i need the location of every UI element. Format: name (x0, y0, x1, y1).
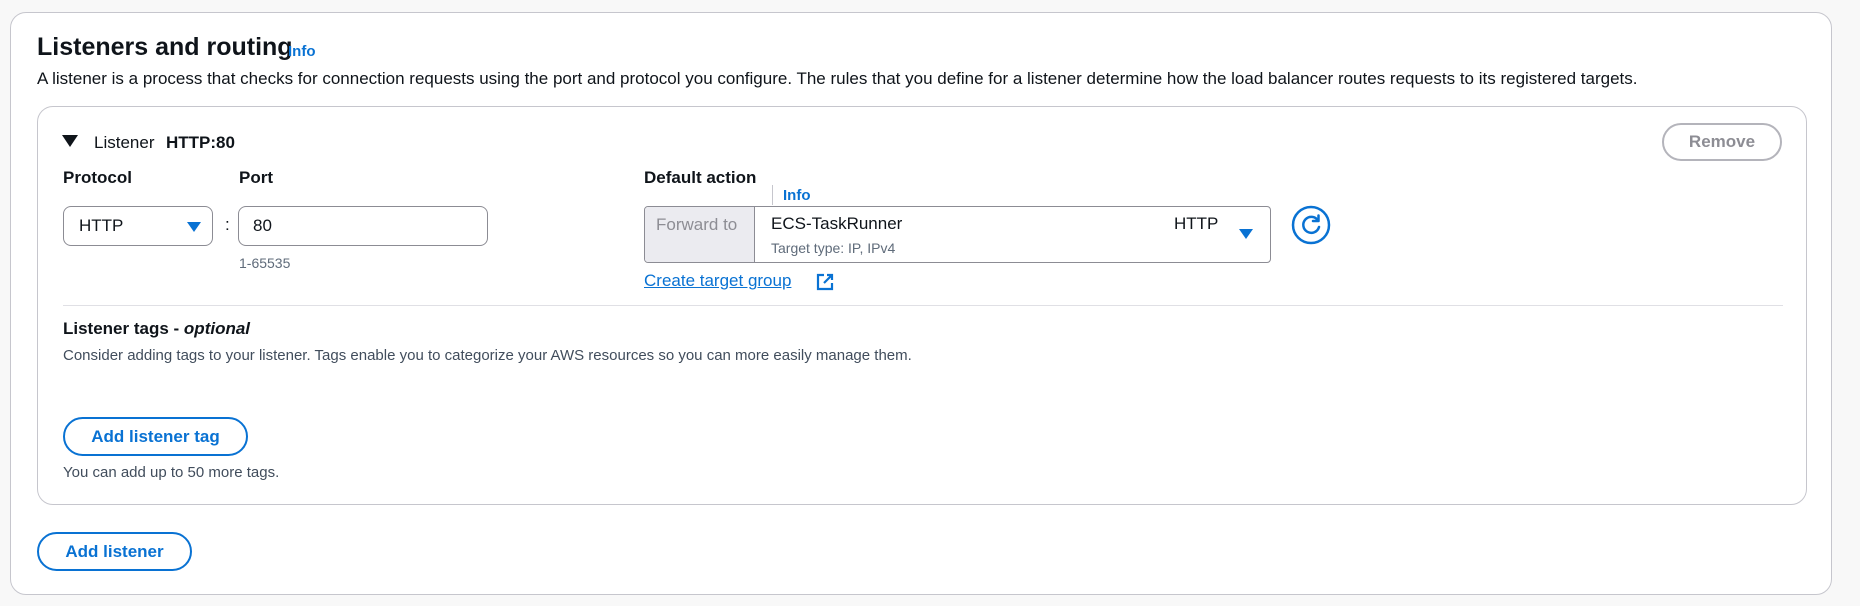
remove-button[interactable]: Remove (1662, 123, 1782, 161)
listeners-routing-panel: Listeners and routing Info A listener is… (10, 12, 1832, 595)
target-type-text: Target type: IP, IPv4 (771, 240, 896, 256)
section-title: Listeners and routing (37, 33, 293, 61)
default-action-info-link[interactable]: Info (783, 187, 811, 204)
tags-limit-hint: You can add up to 50 more tags. (63, 464, 280, 481)
listener-name: HTTP:80 (166, 133, 235, 152)
tags-title-text: Listener tags - (63, 319, 184, 338)
listener-tags-description: Consider adding tags to your listener. T… (63, 347, 912, 364)
target-group-select[interactable]: Forward to ECS-TaskRunner Target type: I… (644, 206, 1271, 263)
create-target-group-link[interactable]: Create target group (644, 271, 791, 291)
external-link-icon[interactable] (816, 273, 834, 291)
label-divider (772, 185, 773, 205)
target-protocol: HTTP (1174, 214, 1219, 233)
triangle-down-icon (1239, 229, 1253, 239)
listener-card: Listener HTTP:80 Remove Protocol HTTP : … (37, 106, 1807, 505)
caret-down-icon[interactable] (62, 135, 78, 147)
default-action-label: Default action (644, 168, 757, 187)
tags-optional-text: optional (183, 319, 251, 338)
triangle-down-icon (187, 222, 201, 232)
add-listener-tag-button[interactable]: Add listener tag (63, 417, 248, 456)
port-hint: 1-65535 (239, 255, 291, 271)
section-description: A listener is a process that checks for … (37, 69, 1638, 88)
section-info-link[interactable]: Info (288, 43, 316, 60)
port-input[interactable] (238, 206, 488, 246)
refresh-icon[interactable] (1291, 205, 1331, 245)
protocol-label: Protocol (63, 168, 132, 187)
section-divider (63, 305, 1783, 306)
forward-to-label: Forward to (645, 207, 755, 262)
target-group-name: ECS-TaskRunner (771, 214, 903, 233)
protocol-select[interactable]: HTTP (63, 206, 213, 246)
colon-separator: : (225, 215, 230, 234)
port-label: Port (239, 168, 273, 187)
listener-label: Listener (94, 133, 155, 152)
protocol-value: HTTP (79, 216, 124, 235)
listener-tags-title: Listener tags - optional (63, 319, 250, 339)
add-listener-button[interactable]: Add listener (37, 532, 192, 571)
